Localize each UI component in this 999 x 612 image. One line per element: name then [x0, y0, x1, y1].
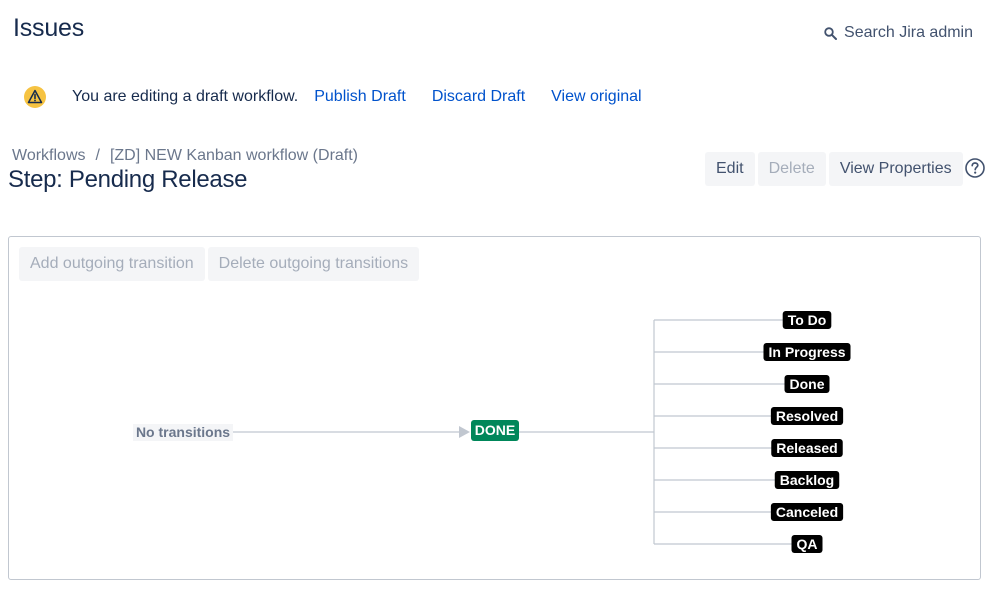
transitions-panel: Add outgoing transition Delete outgoing …: [8, 236, 981, 580]
edit-button[interactable]: Edit: [705, 152, 755, 186]
discard-draft-link[interactable]: Discard Draft: [432, 88, 525, 106]
search-jira-admin[interactable]: Search Jira admin: [824, 24, 973, 42]
draft-banner: You are editing a draft workflow. Publis…: [24, 84, 668, 110]
step-title: Step: Pending Release: [8, 166, 247, 194]
step-toolbar: Edit Delete View Properties: [705, 152, 963, 186]
page-title: Issues: [13, 14, 84, 43]
breadcrumb-separator: /: [96, 147, 100, 165]
help-icon[interactable]: [964, 157, 986, 179]
search-icon: [824, 27, 837, 40]
no-transitions-label: No transitions: [136, 424, 230, 440]
target-status-label: Done: [790, 376, 825, 392]
delete-button: Delete: [758, 152, 826, 186]
view-original-link[interactable]: View original: [551, 88, 641, 106]
target-status-label: Canceled: [776, 504, 838, 520]
search-label: Search Jira admin: [844, 24, 973, 42]
target-status-label: QA: [797, 536, 818, 552]
target-status-label: Resolved: [776, 408, 838, 424]
breadcrumb-workflows[interactable]: Workflows: [12, 147, 86, 165]
status-done-label: DONE: [475, 422, 515, 438]
breadcrumb-current-workflow[interactable]: [ZD] NEW Kanban workflow (Draft): [110, 147, 358, 165]
target-status-label: Backlog: [780, 472, 834, 488]
draft-message: You are editing a draft workflow.: [72, 88, 298, 106]
target-status-label: In Progress: [768, 344, 845, 360]
target-statuses: To Do In Progress Done Resolved Released Back…: [654, 311, 851, 553]
view-properties-button[interactable]: View Properties: [829, 152, 963, 186]
publish-draft-link[interactable]: Publish Draft: [314, 88, 406, 106]
target-status-label: Released: [776, 440, 837, 456]
target-status-label: To Do: [788, 312, 827, 328]
incoming-arrow-icon: [459, 426, 470, 438]
workflow-diagram: No transitions DONE To Do In Progress Done…: [9, 237, 980, 579]
breadcrumb: Workflows / [ZD] NEW Kanban workflow (Dr…: [12, 147, 358, 165]
warning-icon: [24, 86, 46, 108]
